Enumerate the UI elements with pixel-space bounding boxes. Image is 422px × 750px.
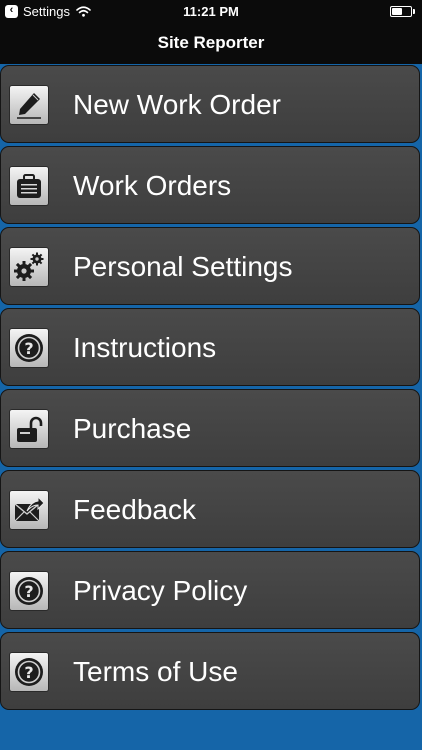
menu-item-label: Personal Settings [73,251,293,282]
menu-item-label: Instructions [73,332,217,363]
menu-item-instructions[interactable]: ? Instructions [0,308,420,386]
menu-item-label: Work Orders [73,170,232,201]
menu-item-terms-of-use[interactable]: ? Terms of Use [0,632,420,710]
battery-level [392,8,402,15]
menu-item-label: Feedback [73,494,196,525]
question-icon: ? [9,571,49,611]
menu-item-purchase[interactable]: Purchase [0,389,420,467]
menu-item-label: Privacy Policy [73,575,248,606]
battery-icon [390,6,415,17]
menu-item-label: Purchase [73,413,192,444]
question-icon: ? [9,652,49,692]
svg-text:?: ? [24,339,33,358]
svg-text:?: ? [24,582,33,601]
status-time: 11:21 PM [183,4,239,19]
menu-item-new-work-order[interactable]: New Work Order [0,65,420,143]
menu-item-privacy-policy[interactable]: ? Privacy Policy [0,551,420,629]
menu-item-label: New Work Order [73,89,281,120]
status-bar: ‹ Settings 11:21 PM [0,0,422,22]
mail-icon [9,490,49,530]
menu-item-work-orders[interactable]: Work Orders [0,146,420,224]
menu-item-label: Terms of Use [73,656,238,687]
unlock-icon [9,409,49,449]
briefcase-icon [9,166,49,206]
menu-item-personal-settings[interactable]: Personal Settings [0,227,420,305]
question-icon: ? [9,328,49,368]
gears-icon [9,247,49,287]
pencil-icon [9,85,49,125]
menu-item-feedback[interactable]: Feedback [0,470,420,548]
svg-text:?: ? [24,663,33,682]
nav-bar: Site Reporter [0,22,422,64]
page-title: Site Reporter [157,33,265,52]
